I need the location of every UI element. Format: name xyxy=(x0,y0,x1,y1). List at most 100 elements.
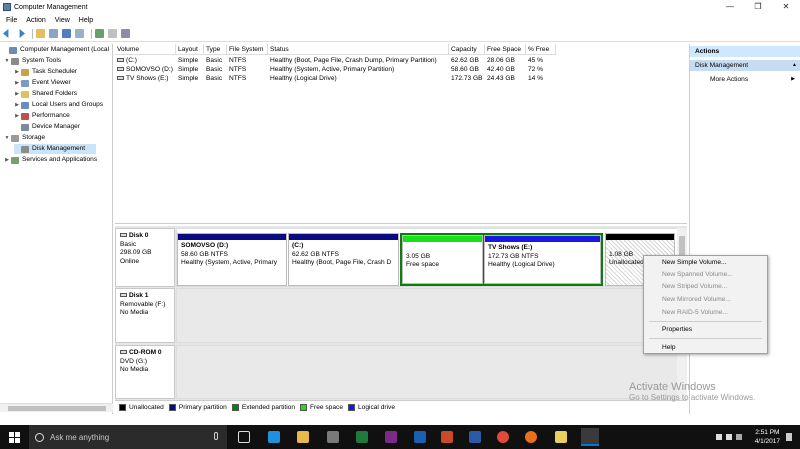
tree-item-event-viewer[interactable]: ▶ Event Viewer xyxy=(14,78,112,88)
menu-item-new-simple-volume[interactable]: New Simple Volume... xyxy=(644,257,767,268)
partition-c[interactable]: (C:) 62.62 GB NTFS Healthy (Boot, Page Fil… xyxy=(288,233,399,286)
onenote-icon[interactable] xyxy=(385,431,397,443)
start-button[interactable] xyxy=(0,425,29,449)
taskbar: Ask me anything 2:51 PM 4/1/2017 xyxy=(0,425,800,449)
edge-browser-icon[interactable] xyxy=(268,431,280,443)
capacity-cell: 62.62 GB xyxy=(451,57,479,64)
outlook-icon[interactable] xyxy=(414,431,426,443)
expand-arrow-icon[interactable]: ▶ xyxy=(14,78,20,88)
properties-icon[interactable] xyxy=(75,29,84,38)
tray-overflow-icon[interactable] xyxy=(706,432,712,438)
checkmark-icon[interactable] xyxy=(108,29,117,38)
file-explorer-icon[interactable] xyxy=(297,431,309,443)
excel-icon[interactable] xyxy=(356,431,368,443)
partition-free-space[interactable]: 3.05 GB Free space xyxy=(402,235,483,284)
microphone-icon[interactable] xyxy=(214,432,218,440)
column-header-layout[interactable]: Layout xyxy=(176,44,204,55)
actions-header: Actions xyxy=(690,46,800,57)
actions-section-label: Disk Management xyxy=(695,62,749,69)
menu-file[interactable]: File xyxy=(6,17,17,24)
tree-item-local-users[interactable]: ▶ Local Users and Groups xyxy=(14,100,112,110)
expand-arrow-icon[interactable]: ▶ xyxy=(14,100,20,110)
tree-item-shared-folders[interactable]: ▶ Shared Folders xyxy=(14,89,112,99)
volume-icon[interactable] xyxy=(726,434,732,440)
partition-status: Healthy (System, Active, Primary xyxy=(181,259,277,266)
column-header-percent-free[interactable]: % Free xyxy=(526,44,556,55)
legend-swatch xyxy=(348,403,355,411)
task-view-icon[interactable] xyxy=(238,431,250,443)
collapse-arrow-icon[interactable]: ▼ xyxy=(4,133,10,143)
network-icon[interactable] xyxy=(716,434,722,440)
performance-icon xyxy=(21,112,29,120)
menu-help[interactable]: Help xyxy=(79,17,93,24)
notification-icon[interactable] xyxy=(786,433,792,441)
store-icon[interactable] xyxy=(327,431,339,443)
collapse-arrow-icon[interactable]: ▼ xyxy=(4,56,10,66)
partition-status: Free space xyxy=(406,261,439,268)
search-box[interactable]: Ask me anything xyxy=(29,425,227,449)
expand-arrow-icon[interactable]: ▶ xyxy=(14,67,20,77)
export-list-icon[interactable] xyxy=(121,29,130,38)
partition-somovso[interactable]: SOMOVSO (D:) 58.60 GB NTFS Healthy (System… xyxy=(177,233,287,286)
clock-icon xyxy=(21,68,29,76)
menu-item-help[interactable]: Help xyxy=(644,342,767,353)
column-header-status[interactable]: Status xyxy=(268,44,449,55)
expand-arrow-icon[interactable]: ▶ xyxy=(14,89,20,99)
minimize-button[interactable]: — xyxy=(716,0,744,14)
tree-item-computer-management[interactable]: Computer Management (Local xyxy=(2,45,112,55)
firefox-icon[interactable] xyxy=(525,431,537,443)
menu-action[interactable]: Action xyxy=(26,17,45,24)
tree-item-disk-management[interactable]: Disk Management xyxy=(14,144,96,154)
disk-0-label[interactable]: Disk 0 Basic 298.09 GB Online xyxy=(115,228,175,287)
column-header-capacity[interactable]: Capacity xyxy=(449,44,485,55)
system-clock[interactable]: 2:51 PM 4/1/2017 xyxy=(755,428,780,446)
column-header-type[interactable]: Type xyxy=(204,44,227,55)
tree-horizontal-scrollbar[interactable] xyxy=(0,403,113,412)
forward-arrow-icon[interactable] xyxy=(19,29,25,38)
file-system-cell: NTFS xyxy=(229,66,247,73)
chrome-icon[interactable] xyxy=(497,431,509,443)
menu-view[interactable]: View xyxy=(55,17,70,24)
tree-item-device-manager[interactable]: Device Manager xyxy=(14,122,112,132)
help-icon[interactable] xyxy=(62,29,71,38)
menu-separator xyxy=(649,321,762,322)
computer-management-taskbar-icon[interactable] xyxy=(581,428,599,446)
tools-icon xyxy=(11,57,19,65)
console-tree-icon[interactable] xyxy=(49,29,58,38)
column-header-volume[interactable]: Volume xyxy=(115,44,176,55)
file-system-cell: NTFS xyxy=(229,75,247,82)
expand-arrow-icon[interactable]: ▶ xyxy=(4,155,10,165)
menu-item-properties[interactable]: Properties xyxy=(644,324,767,335)
tree-item-system-tools[interactable]: ▼ System Tools xyxy=(4,56,112,66)
disk-1-label[interactable]: Disk 1 Removable (F:) No Media xyxy=(115,288,175,343)
collapse-arrow-icon[interactable]: ▲ xyxy=(792,60,797,71)
column-header-free-space[interactable]: Free Space xyxy=(485,44,526,55)
back-arrow-icon[interactable] xyxy=(3,29,9,38)
extended-partition: 3.05 GB Free space TV Shows (E:) 172.73 GB… xyxy=(400,233,603,286)
scrollbar-thumb[interactable] xyxy=(8,406,106,411)
tree-item-task-scheduler[interactable]: ▶ Task Scheduler xyxy=(14,67,112,77)
tree-item-performance[interactable]: ▶ Performance xyxy=(14,111,112,121)
volume-cell: TV Shows (E:) xyxy=(115,74,176,83)
legend-item: Primary partition xyxy=(168,403,227,411)
close-button[interactable]: ✕ xyxy=(772,0,800,14)
legend-swatch xyxy=(168,403,176,411)
tree-item-services-applications[interactable]: ▶ Services and Applications xyxy=(4,155,112,165)
disk-type: DVD (G:) xyxy=(120,357,148,365)
tree-item-label: System Tools xyxy=(22,57,62,64)
column-header-file-system[interactable]: File System xyxy=(227,44,268,55)
keyboard-icon[interactable] xyxy=(736,434,742,440)
powerpoint-icon[interactable] xyxy=(441,431,453,443)
actions-section-disk-management[interactable]: Disk Management ▲ xyxy=(690,60,800,71)
refresh-icon[interactable] xyxy=(95,29,104,38)
maximize-button[interactable]: ❐ xyxy=(744,0,772,14)
more-actions-item[interactable]: More Actions ▶ xyxy=(690,74,800,85)
word-icon[interactable] xyxy=(469,431,481,443)
sticky-notes-icon[interactable] xyxy=(555,431,567,443)
cdrom-0-label[interactable]: CD-ROM 0 DVD (G:) No Media xyxy=(115,345,175,399)
shared-folder-icon xyxy=(21,90,29,98)
tree-item-storage[interactable]: ▼ Storage xyxy=(4,133,112,143)
partition-tv-shows[interactable]: TV Shows (E:) 172.73 GB NTFS Healthy (Logi… xyxy=(484,235,601,284)
folder-icon[interactable] xyxy=(36,29,45,38)
expand-arrow-icon[interactable]: ▶ xyxy=(14,111,20,121)
